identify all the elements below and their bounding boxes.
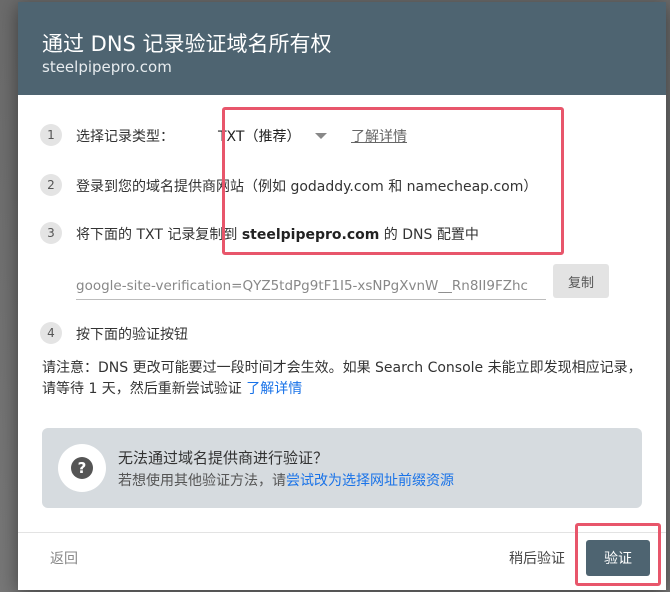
- step-number: 1: [40, 124, 62, 146]
- step-1: 1 选择记录类型： TXT（推荐） 了解详情: [40, 122, 640, 148]
- step-label: 选择记录类型：: [76, 129, 174, 145]
- copy-button[interactable]: 复制: [553, 264, 609, 298]
- step-3-domain: steelpipepro.com: [241, 227, 380, 243]
- chevron-down-icon: [314, 133, 327, 139]
- record-type-value: TXT（推荐）: [218, 129, 301, 145]
- verify-button[interactable]: 验证: [586, 540, 650, 576]
- step-3-suffix: 的 DNS 配置中: [379, 227, 479, 243]
- verify-dns-dialog: 通过 DNS 记录验证域名所有权 steelpipepro.com 1 选择记录…: [18, 2, 666, 590]
- step-3-prefix: 将下面的 TXT 记录复制到: [76, 227, 242, 243]
- alternative-desc: 若想使用其他验证方法，请尝试改为选择网址前缀资源: [118, 470, 454, 490]
- step-label: 将下面的 TXT 记录复制到 steelpipepro.com 的 DNS 配置…: [76, 224, 479, 244]
- propagation-notice: 请注意：DNS 更改可能要过一段时间才会生效。如果 Search Console…: [42, 358, 642, 400]
- step-number: 3: [40, 222, 62, 244]
- back-button[interactable]: 返回: [50, 548, 78, 568]
- step-2: 2 登录到您的域名提供商网站（例如 godaddy.com 和 namechea…: [40, 172, 640, 198]
- footer-divider: [18, 532, 666, 533]
- step-number: 2: [40, 174, 62, 196]
- step-3: 3 将下面的 TXT 记录复制到 steelpipepro.com 的 DNS …: [40, 220, 640, 246]
- alternative-desc-text: 若想使用其他验证方法，请: [118, 473, 286, 489]
- dialog-title: 通过 DNS 记录验证域名所有权: [42, 32, 332, 56]
- alternative-method-box: ? 无法通过域名提供商进行验证？ 若想使用其他验证方法，请尝试改为选择网址前缀资…: [42, 428, 642, 508]
- step-label: 按下面的验证按钮: [76, 327, 188, 343]
- alternative-title: 无法通过域名提供商进行验证？: [118, 449, 329, 467]
- dialog-domain: steelpipepro.com: [42, 58, 172, 76]
- learn-more-link[interactable]: 了解详情: [351, 126, 407, 146]
- notice-text: 请注意：DNS 更改可能要过一段时间才会生效。如果 Search Console…: [42, 360, 642, 397]
- notice-learn-more-link[interactable]: 了解详情: [246, 381, 302, 397]
- url-prefix-link[interactable]: 尝试改为选择网址前缀资源: [286, 473, 454, 489]
- verify-later-button[interactable]: 稍后验证: [509, 548, 565, 568]
- step-number: 4: [40, 322, 62, 344]
- help-icon: ?: [58, 444, 106, 492]
- dialog-header: 通过 DNS 记录验证域名所有权 steelpipepro.com: [18, 2, 666, 95]
- record-type-select[interactable]: TXT（推荐）: [218, 123, 327, 147]
- step-label: 登录到您的域名提供商网站（例如 godaddy.com 和 namecheap.…: [76, 179, 538, 195]
- txt-record-field[interactable]: [76, 272, 546, 300]
- step-4: 4 按下面的验证按钮: [40, 320, 640, 346]
